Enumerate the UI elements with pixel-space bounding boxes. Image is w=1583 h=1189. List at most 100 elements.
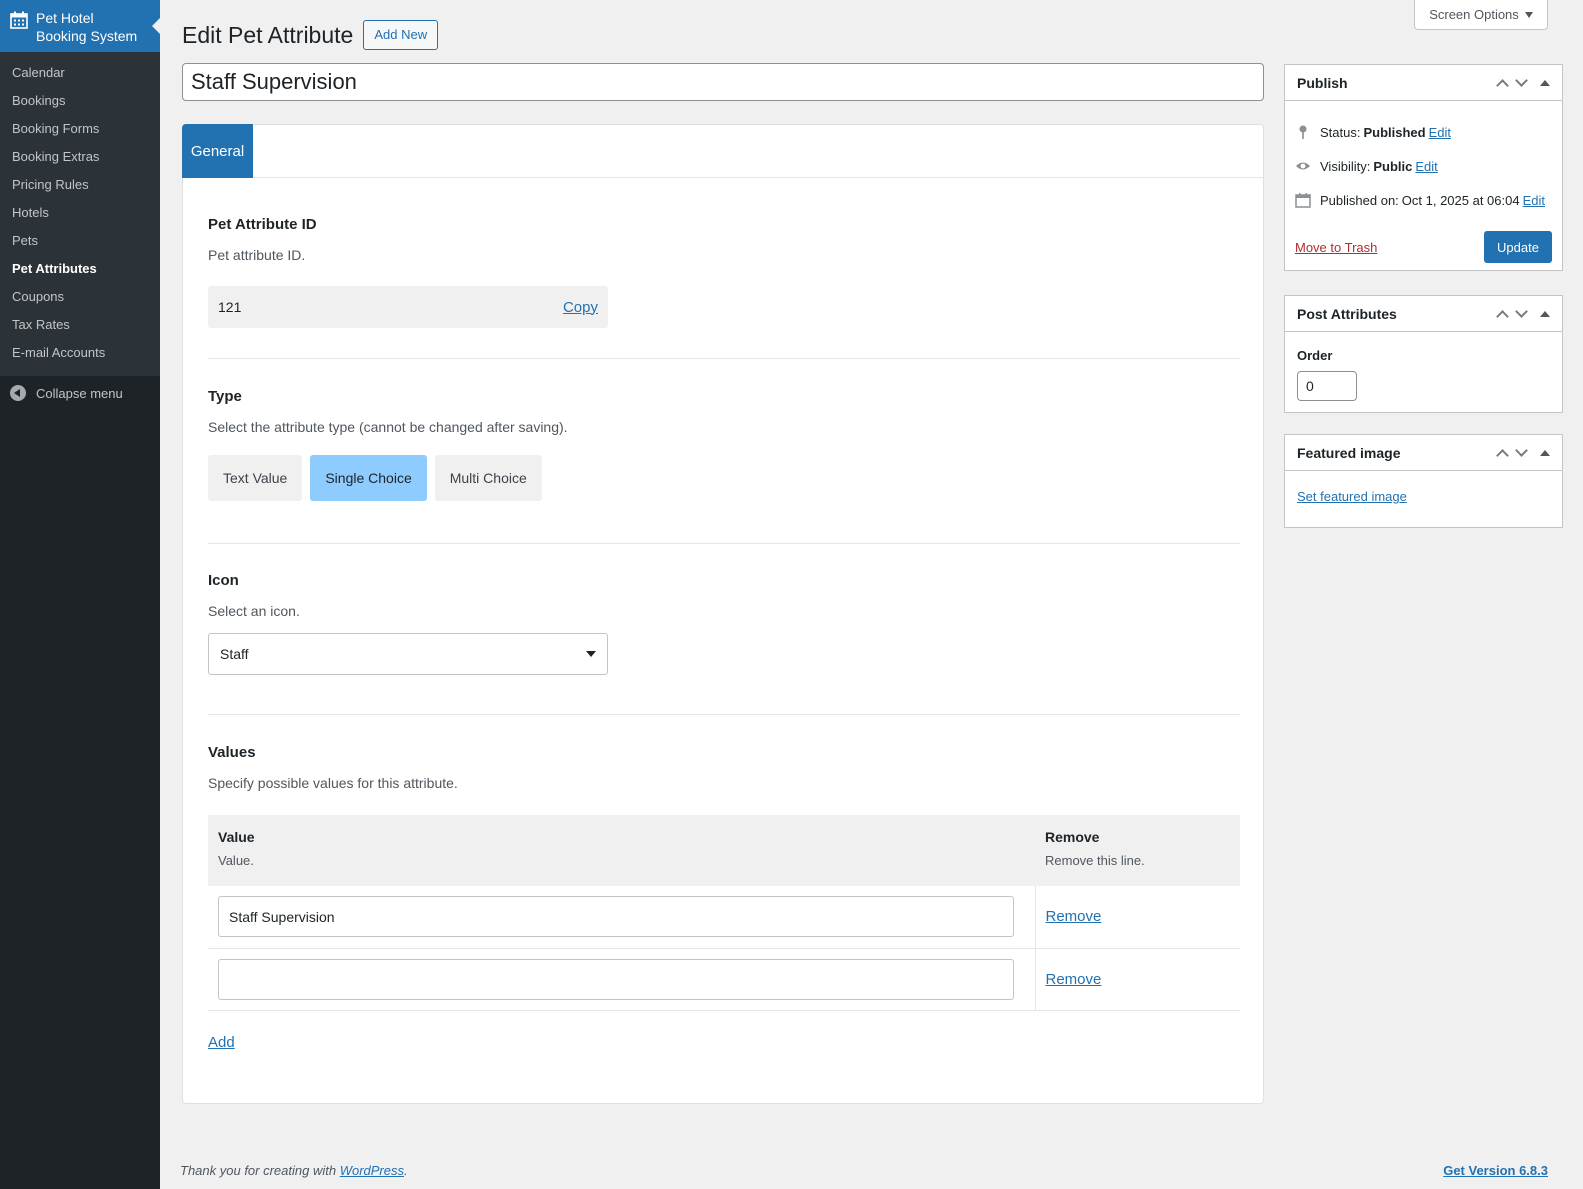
section-description: Pet attribute ID. <box>208 247 306 263</box>
divider <box>208 543 1240 544</box>
remove-cell: Remove <box>1035 948 1240 1011</box>
sidebar-item-hotels[interactable]: Hotels <box>0 199 160 227</box>
plugin-title: Pet Hotel Booking System <box>36 10 138 44</box>
post-attributes-header: Post Attributes <box>1285 296 1562 332</box>
get-version-link[interactable]: Get Version 6.8.3 <box>1443 1163 1548 1178</box>
sidebar-item-booking-extras[interactable]: Booking Extras <box>0 143 160 171</box>
sidebar-submenu: Calendar Bookings Booking Forms Booking … <box>0 52 160 376</box>
attribute-id-value: 121 <box>218 299 242 315</box>
order-input[interactable]: 0 <box>1297 371 1357 401</box>
column-subtitle: Value. <box>218 853 254 868</box>
section-title: Type <box>208 388 242 405</box>
divider <box>208 714 1240 715</box>
move-down-icon[interactable] <box>1515 304 1528 318</box>
value-cell <box>208 948 1036 1011</box>
caret-down-icon <box>586 651 596 657</box>
icon-select[interactable]: Staff <box>208 633 608 675</box>
toggle-panel-icon[interactable] <box>1540 310 1550 317</box>
footer-thanks-text: Thank you for creating with <box>180 1163 337 1178</box>
box-handles <box>1496 443 1550 462</box>
featured-image-box: Featured image Set featured image <box>1284 434 1563 528</box>
divider <box>208 358 1240 359</box>
type-text-value-button[interactable]: Text Value <box>208 455 303 501</box>
values-table: Value Value. Remove Remove this line. St… <box>208 815 1240 1011</box>
edit-visibility-link[interactable]: Edit <box>1415 159 1437 174</box>
attribute-settings-panel: General Pet Attribute ID Pet attribute I… <box>182 124 1264 1104</box>
section-values: Values Specify possible values for this … <box>208 744 1240 1051</box>
section-icon: Icon Select an icon. Staff <box>208 572 1240 675</box>
publish-visibility-row: Visibility: Public Edit <box>1285 149 1562 183</box>
tab-bar: General <box>182 124 1263 178</box>
value-input[interactable] <box>218 958 1014 1000</box>
sidebar-item-tax-rates[interactable]: Tax Rates <box>0 311 160 339</box>
icon-select-value: Staff <box>220 646 249 662</box>
sidebar-item-pet-attributes[interactable]: Pet Attributes <box>0 255 160 283</box>
edit-status-link[interactable]: Edit <box>1429 125 1451 140</box>
table-row: Staff Supervision Remove <box>208 886 1240 949</box>
move-up-icon[interactable] <box>1496 309 1509 323</box>
screen-options-label: Screen Options <box>1429 7 1519 22</box>
eye-icon <box>1296 162 1310 170</box>
remove-cell: Remove <box>1035 886 1240 949</box>
featured-image-header: Featured image <box>1285 435 1562 471</box>
move-down-icon[interactable] <box>1515 443 1528 457</box>
set-featured-image-link[interactable]: Set featured image <box>1297 489 1407 504</box>
admin-sidebar: Pet Hotel Booking System Calendar Bookin… <box>0 0 160 1189</box>
section-description: Select the attribute type (cannot be cha… <box>208 419 568 435</box>
section-type: Type Select the attribute type (cannot b… <box>208 388 1240 501</box>
sidebar-item-email-accounts[interactable]: E-mail Accounts <box>0 339 160 367</box>
add-new-button[interactable]: Add New <box>363 20 439 50</box>
column-header-value: Value Value. <box>208 815 1035 886</box>
remove-row-link[interactable]: Remove <box>1046 971 1102 988</box>
sidebar-item-booking-forms[interactable]: Booking Forms <box>0 115 160 143</box>
sidebar-plugin-header[interactable]: Pet Hotel Booking System <box>0 0 160 52</box>
collapse-menu-label: Collapse menu <box>36 385 123 401</box>
value-cell: Staff Supervision <box>208 886 1036 949</box>
edit-date-link[interactable]: Edit <box>1523 193 1545 208</box>
calendar-icon <box>10 11 28 29</box>
attribute-id-field: 121 Copy <box>208 286 608 328</box>
calendar-icon <box>1295 193 1311 208</box>
featured-image-title: Featured image <box>1297 444 1401 461</box>
page-header: Edit Pet Attribute Add New <box>182 20 439 50</box>
sidebar-item-pets[interactable]: Pets <box>0 227 160 255</box>
move-down-icon[interactable] <box>1515 73 1528 87</box>
move-to-trash-link[interactable]: Move to Trash <box>1295 240 1377 255</box>
type-multi-choice-button[interactable]: Multi Choice <box>434 455 542 501</box>
section-title: Values <box>208 744 256 761</box>
type-single-choice-button[interactable]: Single Choice <box>310 455 427 501</box>
post-title-input[interactable]: Staff Supervision <box>182 63 1264 101</box>
move-up-icon[interactable] <box>1496 78 1509 92</box>
column-header-remove: Remove Remove this line. <box>1035 815 1240 886</box>
update-button[interactable]: Update <box>1484 231 1552 263</box>
sidebar-item-calendar[interactable]: Calendar <box>0 59 160 87</box>
collapse-menu-button[interactable]: Collapse menu <box>0 376 160 410</box>
copy-id-link[interactable]: Copy <box>563 299 598 316</box>
publish-box: Publish Status: Published Edit Visibilit… <box>1284 64 1563 271</box>
visibility-label: Visibility: <box>1320 158 1371 174</box>
section-title: Icon <box>208 572 239 589</box>
move-up-icon[interactable] <box>1496 448 1509 462</box>
remove-row-link[interactable]: Remove <box>1046 908 1102 925</box>
toggle-panel-icon[interactable] <box>1540 449 1550 456</box>
tab-general[interactable]: General <box>182 124 253 178</box>
add-value-link[interactable]: Add <box>208 1034 235 1051</box>
published-label: Published on: <box>1320 192 1399 208</box>
type-options: Text Value Single Choice Multi Choice <box>208 455 542 501</box>
section-description: Select an icon. <box>208 603 300 619</box>
published-value: Oct 1, 2025 at 06:04 <box>1401 192 1520 208</box>
value-input[interactable]: Staff Supervision <box>218 896 1014 938</box>
visibility-value: Public <box>1373 158 1413 174</box>
sidebar-item-bookings[interactable]: Bookings <box>0 87 160 115</box>
toggle-panel-icon[interactable] <box>1540 79 1550 86</box>
publish-status-row: Status: Published Edit <box>1285 115 1562 149</box>
sidebar-item-pricing-rules[interactable]: Pricing Rules <box>0 171 160 199</box>
sidebar-item-coupons[interactable]: Coupons <box>0 283 160 311</box>
box-handles <box>1496 73 1550 92</box>
status-label: Status: <box>1320 124 1361 140</box>
table-header-row: Value Value. Remove Remove this line. <box>208 815 1240 886</box>
publish-box-header: Publish <box>1285 65 1562 101</box>
wordpress-link[interactable]: WordPress <box>340 1163 404 1178</box>
section-title: Pet Attribute ID <box>208 216 317 233</box>
screen-options-button[interactable]: Screen Options <box>1414 0 1548 30</box>
